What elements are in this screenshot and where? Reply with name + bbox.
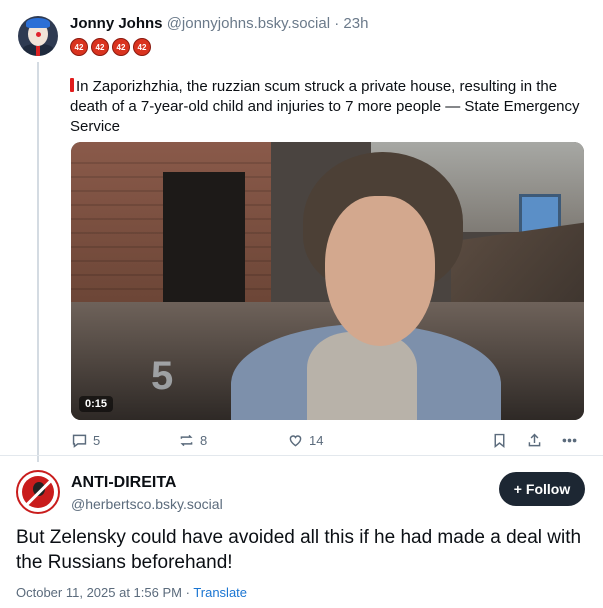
divider [0, 455, 603, 456]
post-text: In Zaporizhzhia, the ruzzian scum struck… [70, 77, 585, 137]
exclamation-icon [70, 78, 74, 92]
bookmark-button[interactable] [491, 432, 508, 449]
translate-link[interactable]: Translate [193, 585, 247, 600]
author-line: Jonny Johns @jonnyjohns.bsky.social · 23… [70, 15, 368, 32]
separator: · [181, 585, 194, 600]
follow-label: Follow [525, 481, 571, 497]
post-body: In Zaporizhzhia, the ruzzian scum struck… [70, 78, 580, 135]
video-player[interactable]: 5 0:15 [71, 142, 584, 420]
more-options-button[interactable] [561, 432, 578, 449]
heart-icon [289, 435, 302, 447]
reply-count: 5 [93, 433, 101, 448]
author-display-name[interactable]: ANTI-DIREITA [71, 474, 176, 492]
plus-icon: + [513, 481, 522, 497]
thread-line [37, 62, 39, 462]
badge-icon: 42 [91, 38, 109, 56]
author-display-name[interactable]: Jonny Johns [70, 15, 163, 32]
comment-icon [72, 434, 87, 448]
badge-icon: 42 [112, 38, 130, 56]
like-button[interactable]: 14 [287, 432, 323, 449]
badge-row: 42 42 42 42 [70, 38, 151, 56]
separator: · [330, 15, 344, 32]
share-button[interactable] [526, 432, 543, 449]
reply-button[interactable]: 5 [71, 432, 100, 449]
post-body: But Zelensky could have avoided all this… [16, 527, 582, 573]
video-duration: 0:15 [79, 396, 114, 412]
avatar[interactable] [18, 16, 58, 56]
post-timestamp: October 11, 2025 at 1:56 PM [16, 585, 182, 600]
channel-logo: 5 [151, 354, 174, 398]
post-meta: October 11, 2025 at 1:56 PM · Translate [16, 585, 247, 600]
repost-button[interactable]: 8 [178, 432, 207, 449]
badge-icon: 42 [133, 38, 151, 56]
like-count: 14 [309, 433, 324, 448]
author-handle[interactable]: @jonnyjohns.bsky.social [167, 15, 330, 32]
parent-post[interactable]: Jonny Johns @jonnyjohns.bsky.social · 23… [0, 0, 603, 462]
post-actions: 5 8 14 [71, 432, 583, 452]
bookmark-icon [494, 433, 505, 448]
repost-icon [180, 434, 193, 447]
share-icon [528, 433, 541, 447]
repost-count: 8 [200, 433, 208, 448]
follow-button[interactable]: + Follow [499, 472, 585, 506]
author-handle[interactable]: @herbertsco.bsky.social [71, 496, 223, 512]
post-time[interactable]: 23h [343, 15, 368, 32]
reply-post: ANTI-DIREITA @herbertsco.bsky.social + F… [0, 455, 603, 608]
more-icon [562, 438, 577, 443]
badge-icon: 42 [70, 38, 88, 56]
avatar[interactable] [16, 470, 60, 514]
